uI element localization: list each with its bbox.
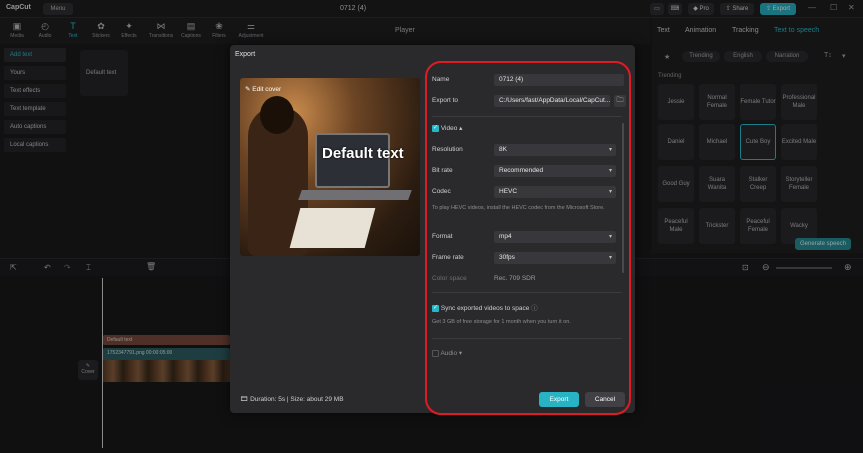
preview-book	[289, 208, 376, 248]
dialog-title: Export	[235, 51, 256, 58]
edit-cover-button[interactable]: ✎ Edit cover	[245, 85, 281, 93]
preview-head	[260, 96, 294, 134]
film-icon: 🎞	[240, 396, 249, 403]
duration-info: 🎞 Duration: 5s | Size: about 29 MB	[240, 396, 344, 403]
preview-laptop-base	[298, 190, 412, 200]
pencil-icon: ✎	[245, 86, 251, 93]
highlight-annotation	[425, 61, 631, 415]
preview-overlay-text: Default text	[322, 145, 404, 162]
cover-preview: Default text	[240, 78, 420, 256]
